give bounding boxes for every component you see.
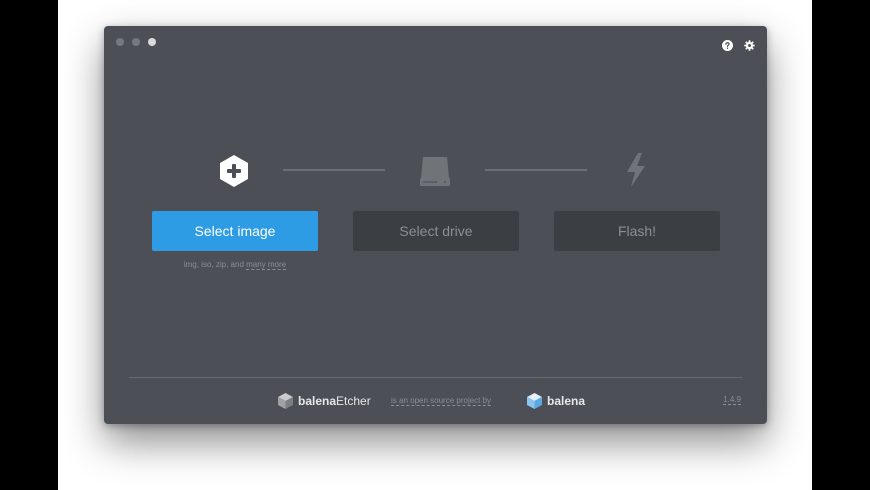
balena-etcher-logo[interactable]: balenaEtcher — [277, 392, 371, 410]
plus-hexagon-icon — [220, 155, 248, 187]
help-icon[interactable] — [722, 40, 733, 51]
step-connector-2 — [485, 169, 587, 171]
formats-text: img, iso, zip, and — [183, 260, 247, 269]
zoom-window-button[interactable] — [148, 38, 156, 46]
footer-divider — [129, 377, 742, 378]
step-connector-1 — [283, 169, 385, 171]
flash-button[interactable]: Flash! — [554, 211, 720, 251]
footer: balenaEtcher is an open source project b… — [104, 392, 767, 412]
window-controls — [116, 38, 156, 46]
select-drive-button[interactable]: Select drive — [353, 211, 519, 251]
close-window-button[interactable] — [116, 38, 124, 46]
etcher-brand-bold: balena — [298, 394, 337, 408]
minimize-window-button[interactable] — [132, 38, 140, 46]
balena-cube-icon — [527, 393, 542, 409]
drive-icon — [420, 157, 450, 186]
open-source-link[interactable]: is an open source project by — [391, 396, 492, 406]
gear-icon[interactable] — [744, 40, 755, 51]
select-image-button[interactable]: Select image — [152, 211, 318, 251]
lightning-icon — [627, 153, 645, 187]
version-label[interactable]: 1.4.9 — [723, 395, 741, 405]
balena-logo[interactable]: balena — [526, 392, 585, 410]
window-top-icons — [722, 40, 755, 51]
etcher-window: Select image Select drive Flash! img, is… — [104, 26, 767, 424]
many-more-link[interactable]: many more — [246, 260, 287, 270]
supported-formats: img, iso, zip, and many more — [152, 260, 318, 270]
cube-logo-icon — [278, 393, 293, 409]
etcher-brand-rest: Etcher — [336, 394, 371, 408]
balena-brand: balena — [547, 394, 586, 408]
